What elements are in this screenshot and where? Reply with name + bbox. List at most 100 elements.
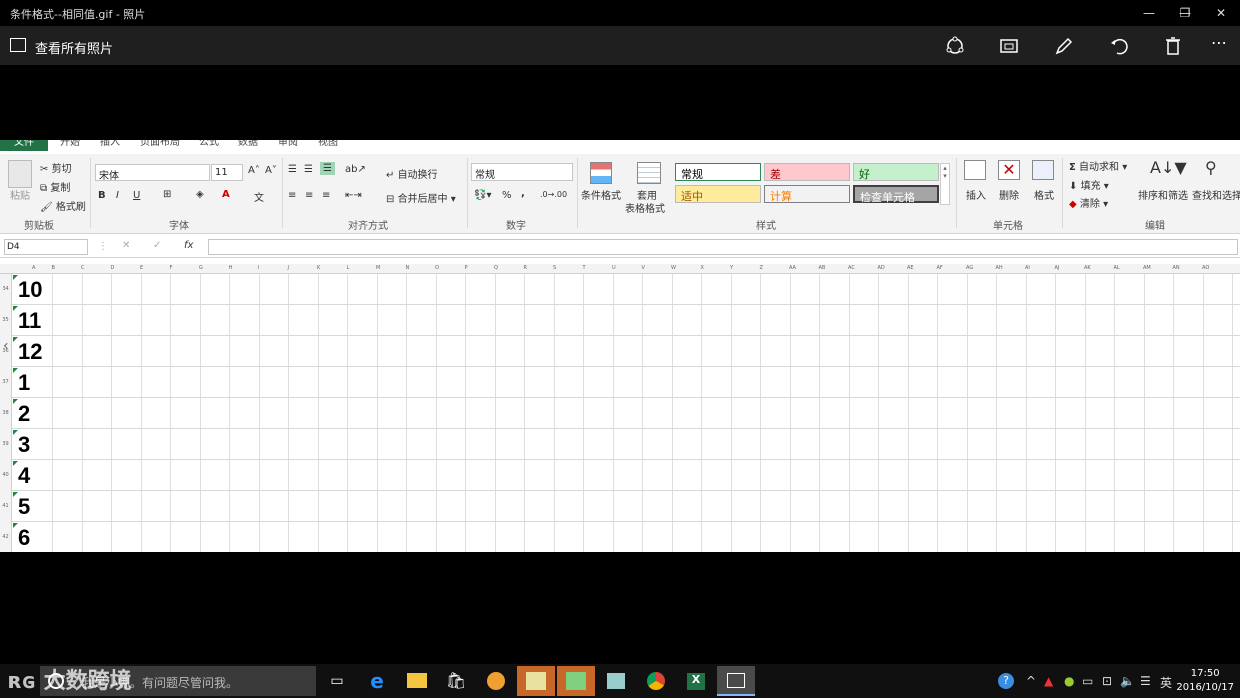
help-icon[interactable]: ? — [998, 673, 1014, 689]
tab-formulas[interactable]: 公式 — [199, 140, 219, 151]
photo-icon[interactable] — [10, 38, 26, 52]
previous-arrow-icon[interactable]: ‹ — [3, 338, 9, 354]
cell-a[interactable]: 11 — [18, 308, 41, 334]
column-header[interactable]: Q — [494, 265, 498, 271]
indent-icon[interactable]: ⇤⇥ — [345, 190, 362, 201]
align-top-icon[interactable]: ☰ — [288, 164, 297, 175]
column-header[interactable]: V — [642, 265, 645, 271]
file-explorer-icon[interactable] — [398, 666, 436, 696]
cell-a[interactable]: 12 — [18, 339, 42, 365]
shrink-font-button[interactable]: A˅ — [265, 165, 277, 176]
column-header[interactable]: X — [701, 265, 704, 271]
delete-cells-icon[interactable]: ✕ — [998, 160, 1020, 180]
conditional-format-button[interactable]: 条件格式 — [581, 187, 621, 202]
column-header[interactable]: B — [52, 265, 55, 271]
style-normal[interactable]: 常规 — [675, 163, 761, 181]
tab-page-layout[interactable]: 页面布局 — [140, 140, 180, 151]
style-good[interactable]: 好 — [853, 163, 939, 181]
worksheet-grid[interactable]: A B C D E F G H I J K L M N O P Q R S T U V W X Y Z AA AB AC AD AE AF AG… — [0, 264, 1240, 552]
column-header[interactable]: AK — [1084, 265, 1091, 271]
photos-icon[interactable] — [717, 666, 755, 696]
row-header[interactable]: 40 — [0, 460, 12, 491]
row-header[interactable]: 34 — [0, 274, 12, 305]
column-header[interactable]: W — [671, 265, 676, 271]
percent-button[interactable]: % — [502, 190, 512, 201]
clear-button[interactable]: ◆ 清除 ▾ — [1069, 195, 1108, 210]
column-header[interactable]: Z — [760, 265, 763, 271]
rotate-button[interactable] — [1108, 35, 1130, 57]
paste-button[interactable]: 粘贴 — [10, 187, 30, 202]
column-header[interactable]: M — [376, 265, 380, 271]
column-header[interactable]: N — [406, 265, 410, 271]
column-header[interactable]: T — [583, 265, 586, 271]
font-name-select[interactable]: 宋体 — [95, 164, 210, 182]
column-header[interactable]: AO — [1202, 265, 1209, 271]
column-header[interactable]: P — [465, 265, 468, 271]
column-header[interactable]: C — [81, 265, 85, 271]
conditional-format-icon[interactable] — [590, 162, 612, 184]
app-icon-green[interactable] — [557, 666, 595, 696]
delete-cells-button[interactable]: 删除 — [999, 187, 1019, 202]
column-header[interactable]: G — [199, 265, 203, 271]
cell-a[interactable]: 6 — [18, 525, 30, 551]
align-left-icon[interactable]: ≡ — [288, 190, 296, 201]
row-header[interactable]: 37 — [0, 367, 12, 398]
row-header[interactable]: 41 — [0, 491, 12, 522]
tab-view[interactable]: 视图 — [318, 140, 338, 151]
paste-icon[interactable] — [8, 160, 32, 188]
volume-icon[interactable]: 🔈 — [1120, 674, 1135, 688]
excel-icon[interactable]: X — [677, 666, 715, 696]
copy-button[interactable]: ⧉ 复制 — [40, 179, 70, 194]
column-header[interactable]: AL — [1114, 265, 1120, 271]
cell-a[interactable]: 2 — [18, 401, 30, 427]
restore-button[interactable]: ❐ — [1170, 4, 1200, 22]
minimize-button-2[interactable]: — — [1134, 4, 1164, 22]
wrap-text-button[interactable]: ↵ 自动换行 — [386, 166, 438, 181]
align-center-icon[interactable]: ≡ — [305, 190, 313, 201]
insert-cells-icon[interactable] — [964, 160, 986, 180]
column-header[interactable]: U — [612, 265, 616, 271]
column-header[interactable]: A — [32, 265, 35, 271]
column-header[interactable]: J — [288, 265, 289, 271]
wechat-icon[interactable] — [517, 666, 555, 696]
autosum-button[interactable]: Σ 自动求和 ▾ — [1069, 158, 1127, 173]
styles-scroll[interactable]: ▴ ▾ — [940, 163, 950, 205]
cell-a[interactable]: 1 — [18, 370, 30, 396]
tab-review[interactable]: 审阅 — [278, 140, 298, 151]
column-header[interactable]: L — [347, 265, 350, 271]
tab-insert[interactable]: 插入 — [100, 140, 120, 151]
column-header[interactable]: F — [170, 265, 173, 271]
fill-color-icon[interactable]: ◈ — [196, 189, 204, 200]
column-header[interactable]: AG — [966, 265, 973, 271]
tray-app-icon[interactable]: ▲ — [1044, 674, 1053, 688]
merge-center-button[interactable]: ⊟ 合并后居中 ▾ — [386, 190, 456, 205]
edge-icon[interactable]: e — [358, 666, 396, 696]
chrome-icon[interactable] — [637, 666, 675, 696]
cancel-icon[interactable]: ✕ — [122, 240, 130, 251]
style-neutral[interactable]: 适中 — [675, 185, 761, 203]
column-header[interactable]: AB — [819, 265, 826, 271]
column-header[interactable]: I — [258, 265, 259, 271]
column-header[interactable]: AE — [907, 265, 914, 271]
align-bottom-icon[interactable]: ☰ — [320, 162, 335, 175]
orientation-icon[interactable]: ab↗ — [345, 164, 366, 175]
border-icon[interactable]: ⊞ — [163, 189, 171, 200]
italic-button[interactable]: I — [116, 190, 119, 201]
column-header[interactable]: AF — [937, 265, 943, 271]
style-check-cell[interactable]: 检查单元格 — [853, 185, 939, 204]
confirm-icon[interactable]: ✓ — [153, 240, 161, 251]
comma-button[interactable]: , — [521, 188, 525, 199]
delete-button[interactable] — [1162, 35, 1184, 57]
grow-font-button[interactable]: A˄ — [248, 165, 260, 176]
cell-a[interactable]: 10 — [18, 277, 42, 303]
currency-icon[interactable]: 💱▾ — [474, 190, 491, 201]
insert-function-button[interactable]: fx — [184, 240, 193, 251]
tab-file[interactable]: 文件 — [0, 140, 48, 151]
cell-a[interactable]: 4 — [18, 463, 30, 489]
task-view-icon[interactable]: ▭ — [318, 666, 356, 696]
align-middle-icon[interactable]: ☰ — [304, 164, 313, 175]
fill-button[interactable]: ⬇ 填充 ▾ — [1069, 177, 1109, 192]
cell-a[interactable]: 3 — [18, 432, 30, 458]
format-cells-button[interactable]: 格式 — [1034, 187, 1054, 202]
store-icon[interactable]: 🛍 — [437, 666, 475, 696]
